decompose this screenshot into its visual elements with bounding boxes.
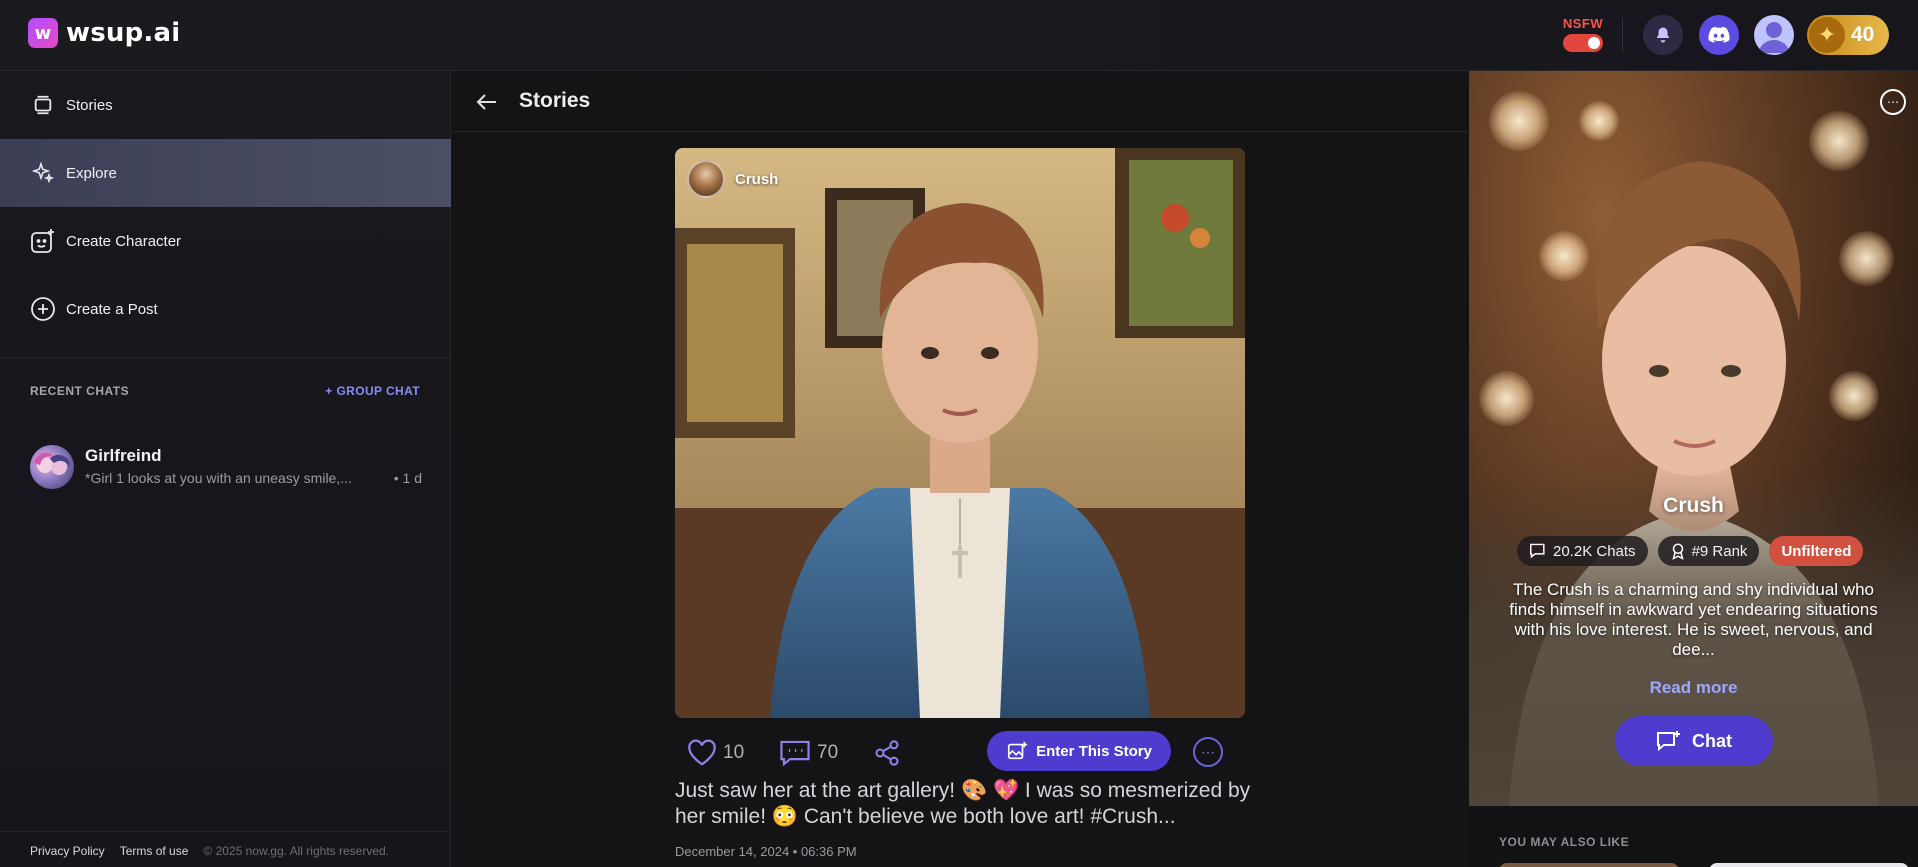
- recent-chat-item[interactable]: Girlfreind *Girl 1 looks at you with an …: [30, 443, 422, 491]
- chat-bubble-icon: [1530, 543, 1545, 559]
- comment-count: 70: [817, 742, 839, 763]
- post-author-avatar: [687, 160, 725, 198]
- post-illustration: [675, 148, 1245, 718]
- main-header: Stories: [451, 71, 1469, 132]
- terms-of-use-link[interactable]: Terms of use: [120, 844, 189, 858]
- sidebar-item-label: Stories: [66, 96, 113, 114]
- character-badges: 20.2K Chats #9 Rank Unfiltered: [1517, 536, 1864, 566]
- chat-avatar: [30, 445, 74, 489]
- rank-value: #9 Rank: [1691, 542, 1748, 560]
- footer-divider: [0, 831, 451, 832]
- sidebar-item-label: Create a Post: [66, 300, 158, 318]
- sidebar-item-explore[interactable]: Explore: [0, 139, 451, 207]
- more-dots-icon: ⋯: [1887, 95, 1899, 109]
- rank-badge: #9 Rank: [1657, 536, 1760, 566]
- character-panel: ⋯ Crush 20.2K Chats #9 Rank Unfiltered T…: [1469, 71, 1918, 867]
- chat-snippet: *Girl 1 looks at you with an uneasy smil…: [85, 470, 352, 486]
- sidebar-item-label: Explore: [66, 164, 117, 182]
- like-button[interactable]: 10: [687, 731, 744, 775]
- sparkle-icon: [30, 160, 56, 186]
- sidebar-divider: [0, 357, 451, 358]
- read-more-link[interactable]: Read more: [1469, 678, 1918, 698]
- share-icon: [875, 740, 899, 766]
- sidebar: Stories Explore Create Character Create …: [0, 71, 451, 867]
- star-coin-icon: ✦: [1809, 17, 1845, 53]
- recent-chats-heading: RECENT CHATS: [30, 384, 130, 398]
- chats-badge: 20.2K Chats: [1517, 536, 1648, 566]
- character-description: The Crush is a charming and shy individu…: [1509, 580, 1878, 659]
- logo-text: wsup.ai: [66, 18, 181, 48]
- create-character-icon: [30, 228, 56, 254]
- character-more-button[interactable]: ⋯: [1880, 89, 1906, 115]
- also-like-heading: YOU MAY ALSO LIKE: [1499, 835, 1630, 849]
- share-button[interactable]: [873, 731, 901, 775]
- sidebar-footer: Privacy Policy Terms of use © 2025 now.g…: [30, 844, 389, 858]
- coin-count: 40: [1851, 23, 1875, 46]
- chat-plus-icon: [1657, 731, 1680, 752]
- comment-button[interactable]: 70: [779, 731, 838, 775]
- privacy-policy-link[interactable]: Privacy Policy: [30, 844, 105, 858]
- post-author-name: Crush: [735, 170, 779, 188]
- post-caption: Just saw her at the art gallery! 🎨 💖 I w…: [675, 779, 1251, 828]
- plus-circle-icon: [30, 296, 56, 322]
- back-button[interactable]: [473, 88, 501, 116]
- sidebar-item-stories[interactable]: Stories: [0, 71, 451, 139]
- nsfw-label: NSFW: [1562, 16, 1604, 31]
- more-dots-icon: ⋯: [1201, 743, 1215, 760]
- chat-name: Girlfreind: [85, 446, 162, 465]
- heart-icon: [688, 739, 716, 766]
- medal-icon: [1671, 543, 1684, 560]
- chat-button[interactable]: Chat: [1615, 716, 1773, 766]
- nsfw-toggle[interactable]: NSFW: [1562, 16, 1604, 52]
- recommendation-card[interactable]: [1499, 863, 1679, 867]
- group-chat-button[interactable]: + GROUP CHAT: [325, 384, 420, 398]
- comment-icon: [780, 740, 810, 767]
- discord-button[interactable]: [1699, 15, 1739, 55]
- sidebar-item-create-character[interactable]: Create Character: [0, 207, 451, 275]
- like-count: 10: [723, 742, 745, 763]
- bell-icon: [1657, 27, 1669, 43]
- character-name: Crush: [1663, 494, 1724, 517]
- sidebar-item-create-post[interactable]: Create a Post: [0, 275, 451, 343]
- logo-mark: w: [28, 18, 58, 48]
- nsfw-switch[interactable]: [1563, 34, 1603, 52]
- discord-icon: [1708, 26, 1730, 43]
- enter-story-button[interactable]: Enter This Story: [987, 731, 1171, 771]
- enter-story-label: Enter This Story: [1036, 742, 1152, 760]
- top-bar: w wsup.ai NSFW ✦ 40: [0, 0, 1918, 71]
- chat-button-label: Chat: [1692, 730, 1732, 751]
- post-more-button[interactable]: ⋯: [1193, 737, 1223, 767]
- page-title: Stories: [519, 89, 591, 112]
- logo[interactable]: w wsup.ai: [28, 18, 180, 48]
- post-date: December 14, 2024 • 06:36 PM: [675, 844, 857, 859]
- chat-time: • 1 d: [393, 470, 422, 486]
- copyright-text: © 2025 now.gg. All rights reserved.: [203, 844, 390, 858]
- user-avatar-icon: [1759, 22, 1789, 53]
- profile-avatar-button[interactable]: [1754, 15, 1794, 55]
- sidebar-item-label: Create Character: [66, 232, 182, 250]
- story-image-icon: [1007, 741, 1028, 760]
- coins-balance[interactable]: ✦ 40: [1807, 15, 1889, 55]
- unfiltered-tag: Unfiltered: [1769, 536, 1864, 566]
- arrow-left-icon: [476, 94, 496, 110]
- stories-icon: [30, 92, 56, 118]
- main-content: Stories Crush 10 70 Enter This Story ⋯ J…: [451, 71, 1469, 867]
- chats-count: 20.2K Chats: [1553, 542, 1636, 560]
- notifications-button[interactable]: [1643, 15, 1683, 55]
- post-author[interactable]: Crush: [687, 160, 778, 198]
- post-actions: 10 70 Enter This Story ⋯: [687, 731, 1247, 775]
- recommendation-card[interactable]: [1709, 863, 1909, 867]
- post-image[interactable]: Crush: [675, 148, 1245, 718]
- header-divider: [1622, 18, 1623, 52]
